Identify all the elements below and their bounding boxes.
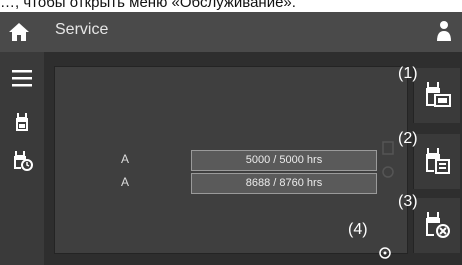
service-wrench-icon[interactable] <box>10 110 34 134</box>
service-timer-icon[interactable] <box>10 148 34 172</box>
service-screen: Service A 5000 / 5000 hrs A 8688 / 8760 … <box>0 12 462 265</box>
callout-1: (1) <box>398 65 418 82</box>
service-reset-timer-icon <box>426 212 450 238</box>
callout-4: (4) <box>348 221 368 238</box>
callout-3: (3) <box>398 193 418 210</box>
menu-icon[interactable] <box>10 66 34 90</box>
service-schedule-icon <box>426 82 451 107</box>
home-icon[interactable] <box>8 21 30 43</box>
reset-icon[interactable] <box>378 246 392 260</box>
instruction-caption: …, чтобы открыть меню «Обслуживание». <box>0 0 296 11</box>
service-button-2[interactable] <box>413 134 460 189</box>
left-sidebar <box>0 52 44 265</box>
row-1-label: A <box>121 152 130 166</box>
service-ghost-icon <box>382 141 394 155</box>
page-title: Service <box>55 21 109 38</box>
row-2-label: A <box>121 175 130 189</box>
callout-2: (2) <box>398 130 418 147</box>
service-button-1[interactable] <box>413 68 460 123</box>
top-bar: Service <box>0 12 462 52</box>
timer-ghost-icon <box>382 166 394 178</box>
service-checklist-icon <box>426 148 450 174</box>
row-2-value: 8688 / 8760 hrs <box>191 173 377 194</box>
user-icon[interactable] <box>436 19 452 43</box>
service-button-3[interactable] <box>413 198 460 253</box>
row-1-value: 5000 / 5000 hrs <box>191 150 377 171</box>
